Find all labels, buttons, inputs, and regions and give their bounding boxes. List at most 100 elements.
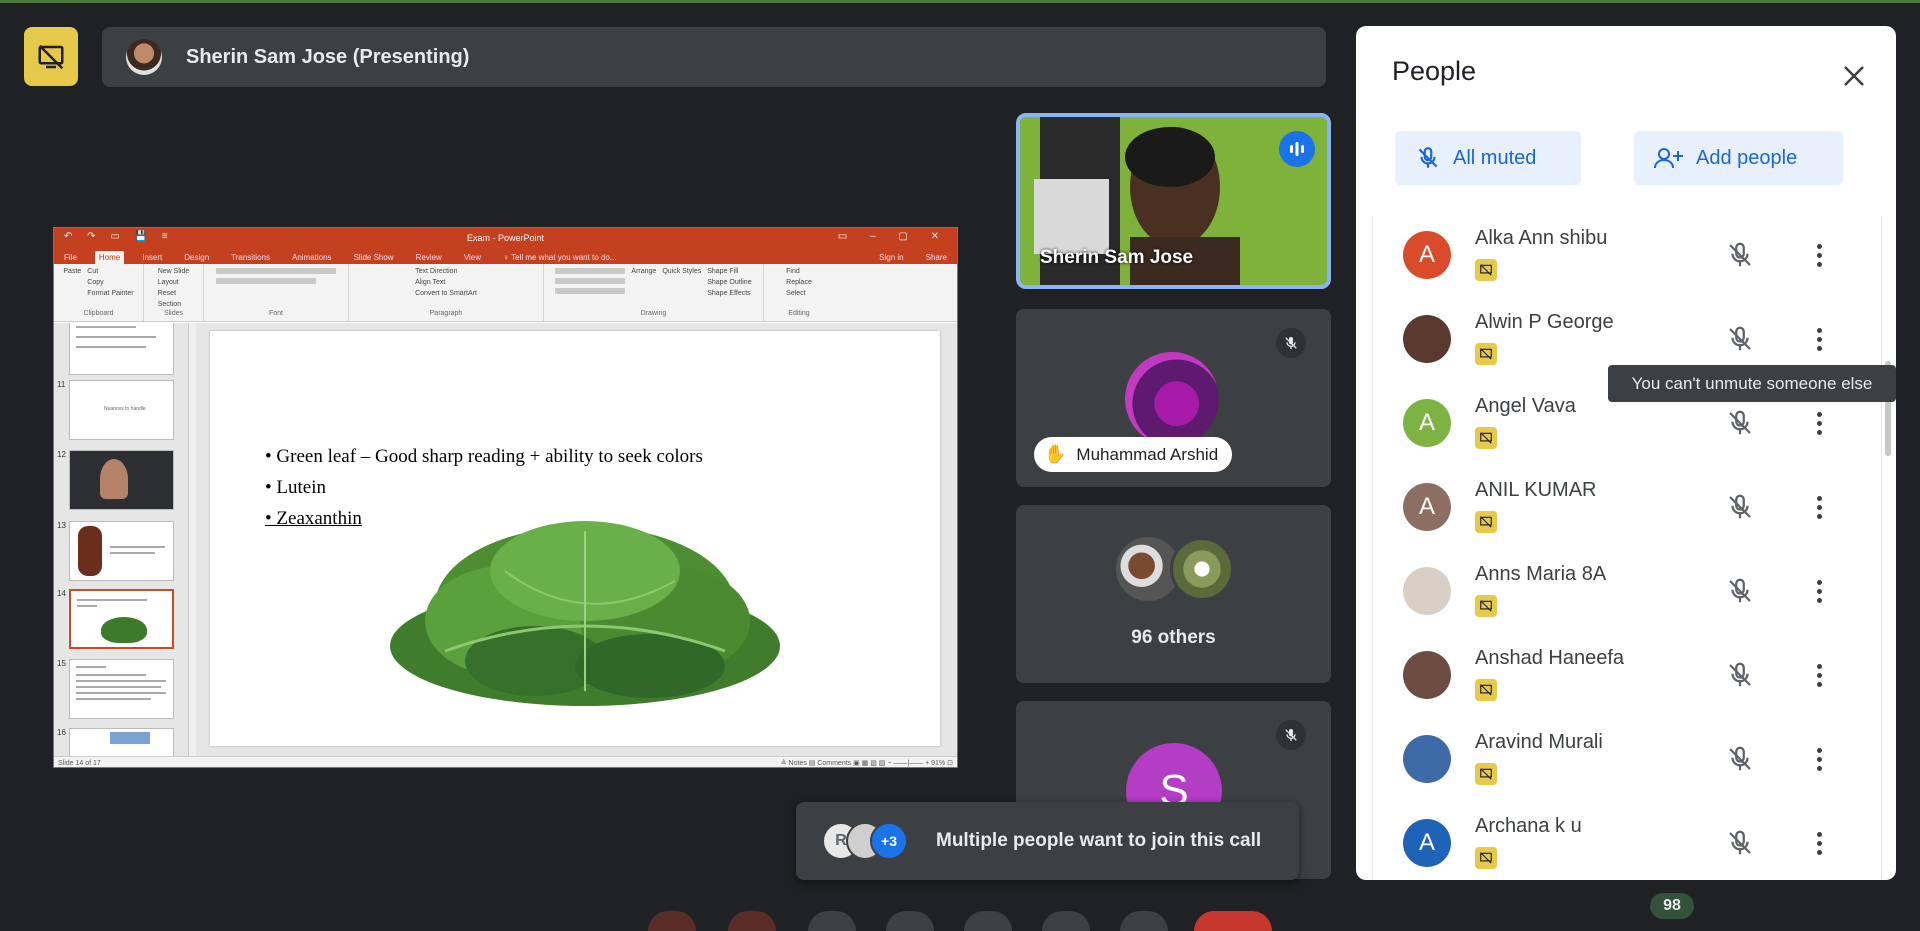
thumb-scrollbar[interactable]: [188, 323, 196, 756]
participant-row[interactable]: Aravind Murali: [1373, 718, 1881, 802]
all-muted-button[interactable]: All muted: [1395, 131, 1581, 185]
mic-off-icon: [1418, 147, 1438, 168]
more-vert-icon[interactable]: [1809, 660, 1829, 690]
slide-thumb: [69, 521, 174, 581]
control-button[interactable]: [648, 911, 696, 931]
more-vert-icon[interactable]: [1809, 492, 1829, 522]
ppt-tab: View: [463, 253, 482, 262]
close-icon: [1844, 66, 1864, 86]
presenter-label: Sherin Sam Jose (Presenting): [186, 45, 470, 68]
participant-name: Archana k u: [1475, 815, 1582, 837]
participant-name: Alka Ann shibu: [1475, 227, 1608, 249]
more-vert-icon[interactable]: [1809, 408, 1829, 438]
participant-tile-hand-raised[interactable]: ✋ Muhammad Arshid: [1016, 309, 1331, 487]
participant-row[interactable]: A Archana k u: [1373, 802, 1881, 880]
ppt-tab: Design: [184, 253, 210, 262]
control-button[interactable]: [728, 911, 776, 931]
leave-call-button[interactable]: [1194, 911, 1272, 931]
ribbon-group-drawing: Arrange Quick Styles Shape Fill Shape Ou…: [544, 264, 764, 321]
ppt-section: Section: [157, 301, 182, 308]
mic-off-icon[interactable]: [1725, 576, 1755, 606]
mic-off-icon[interactable]: [1725, 744, 1755, 774]
participant-name: Sherin Sam Jose: [1040, 247, 1194, 268]
unmute-tooltip: You can't unmute someone else: [1608, 365, 1896, 402]
ppt-window-title: Exam - PowerPoint: [466, 233, 545, 243]
ppt-smartart: Convert to SmartArt: [415, 290, 477, 297]
participant-row[interactable]: A Alka Ann shibu: [1373, 216, 1881, 298]
stop-presenting-icon: [38, 44, 64, 69]
others-tile[interactable]: 96 others: [1016, 505, 1331, 683]
join-request-toast[interactable]: R +3 Multiple people want to join this c…: [796, 802, 1299, 880]
mic-off-icon[interactable]: [1725, 492, 1755, 522]
more-vert-icon[interactable]: [1809, 324, 1829, 354]
slide-number: 12: [57, 450, 66, 459]
participant-avatar: A: [1403, 483, 1451, 531]
participant-row[interactable]: A ANIL KUMAR: [1373, 466, 1881, 550]
speaking-icon: [1279, 131, 1315, 167]
add-people-button[interactable]: Add people: [1634, 131, 1843, 185]
more-count: +3: [881, 833, 897, 849]
ppt-tab: File: [64, 253, 77, 262]
more-vert-icon[interactable]: [1809, 744, 1829, 774]
participant-tile-speaking[interactable]: Sherin Sam Jose: [1016, 113, 1331, 289]
participant-count-badge[interactable]: 98: [1650, 893, 1694, 919]
participant-list: A Alka Ann shibu Alwin P George A Angel Vava…: [1372, 216, 1882, 880]
slide-thumb-text: Nuances to handle: [104, 406, 146, 412]
ppt-find: Find: [786, 268, 800, 275]
participant-name: ANIL KUMAR: [1475, 479, 1597, 501]
raised-hand-chip: ✋ Muhammad Arshid: [1034, 437, 1233, 472]
control-button[interactable]: [1120, 911, 1168, 931]
more-vert-icon[interactable]: [1809, 240, 1829, 270]
avatar-initial: A: [1418, 829, 1435, 856]
control-button[interactable]: [808, 911, 856, 931]
ppt-arrange: Arrange: [631, 268, 657, 275]
ppt-format-painter: Format Painter: [87, 290, 134, 297]
ribbon-group-label: Font: [268, 310, 283, 317]
mic-off-icon[interactable]: [1725, 408, 1755, 438]
ppt-workspace: 11 Nuances to handle 12 13 14 15 16 • Gr…: [54, 323, 957, 756]
ppt-ribbon-tabs: File Home Insert Design Transitions Anim…: [54, 248, 957, 264]
ppt-reset: Reset: [157, 290, 177, 297]
more-vert-icon[interactable]: [1809, 828, 1829, 858]
add-people-label: Add people: [1696, 146, 1798, 169]
presentation-badge-icon: [1475, 595, 1497, 617]
ppt-status-right: ≜ Notes ▤ Comments ▣ ▦ ▧ ▨ − ——|—— + 91%…: [780, 760, 953, 767]
presentation-badge-icon: [1475, 763, 1497, 785]
raised-hand-icon: ✋: [1044, 444, 1067, 464]
stop-presenting-button[interactable]: [24, 27, 78, 86]
mic-off-icon[interactable]: [1725, 660, 1755, 690]
slide-thumb: [69, 728, 174, 756]
control-button[interactable]: [886, 911, 934, 931]
mic-off-icon[interactable]: [1725, 324, 1755, 354]
slide-number: 16: [57, 728, 66, 737]
close-panel-button[interactable]: [1839, 61, 1869, 91]
mic-off-icon[interactable]: [1725, 240, 1755, 270]
participant-count: 98: [1663, 897, 1681, 914]
slide-canvas: • Green leaf – Good sharp reading + abil…: [210, 331, 940, 746]
ppt-sign-in: Sign in: [879, 253, 904, 262]
person-add-icon: [1654, 148, 1683, 169]
more-vert-icon[interactable]: [1809, 576, 1829, 606]
control-button[interactable]: [964, 911, 1012, 931]
participant-name: Anshad Haneefa: [1475, 647, 1625, 669]
participant-row[interactable]: Anshad Haneefa: [1373, 634, 1881, 718]
participant-row[interactable]: Anns Maria 8A: [1373, 550, 1881, 634]
ppt-select: Select: [786, 290, 806, 297]
ppt-title-bar: ↶ ↷ ▭ 💾 ≡ Exam - PowerPoint ▭ – ▢ ✕: [54, 228, 957, 248]
people-panel: People All muted Add people A Alka Ann sh…: [1356, 26, 1896, 880]
ppt-window-controls: ▭ – ▢ ✕: [837, 231, 949, 242]
ribbon-group-label: Clipboard: [83, 310, 114, 317]
panel-title: People: [1392, 56, 1477, 86]
participant-avatar: [1403, 735, 1451, 783]
ppt-cut: Cut: [87, 268, 99, 275]
participant-name: Muhammad Arshid: [1076, 444, 1219, 464]
presentation-badge-icon: [1475, 679, 1497, 701]
slide-thumb: [69, 659, 174, 719]
ppt-tab: Slide Show: [353, 253, 394, 262]
mic-off-icon[interactable]: [1725, 828, 1755, 858]
ribbon-group-label: Slides: [163, 310, 184, 317]
participant-avatar: A: [1403, 231, 1451, 279]
participant-name: Anns Maria 8A: [1475, 563, 1607, 585]
presenter-avatar: [126, 39, 162, 75]
control-button[interactable]: [1042, 911, 1090, 931]
